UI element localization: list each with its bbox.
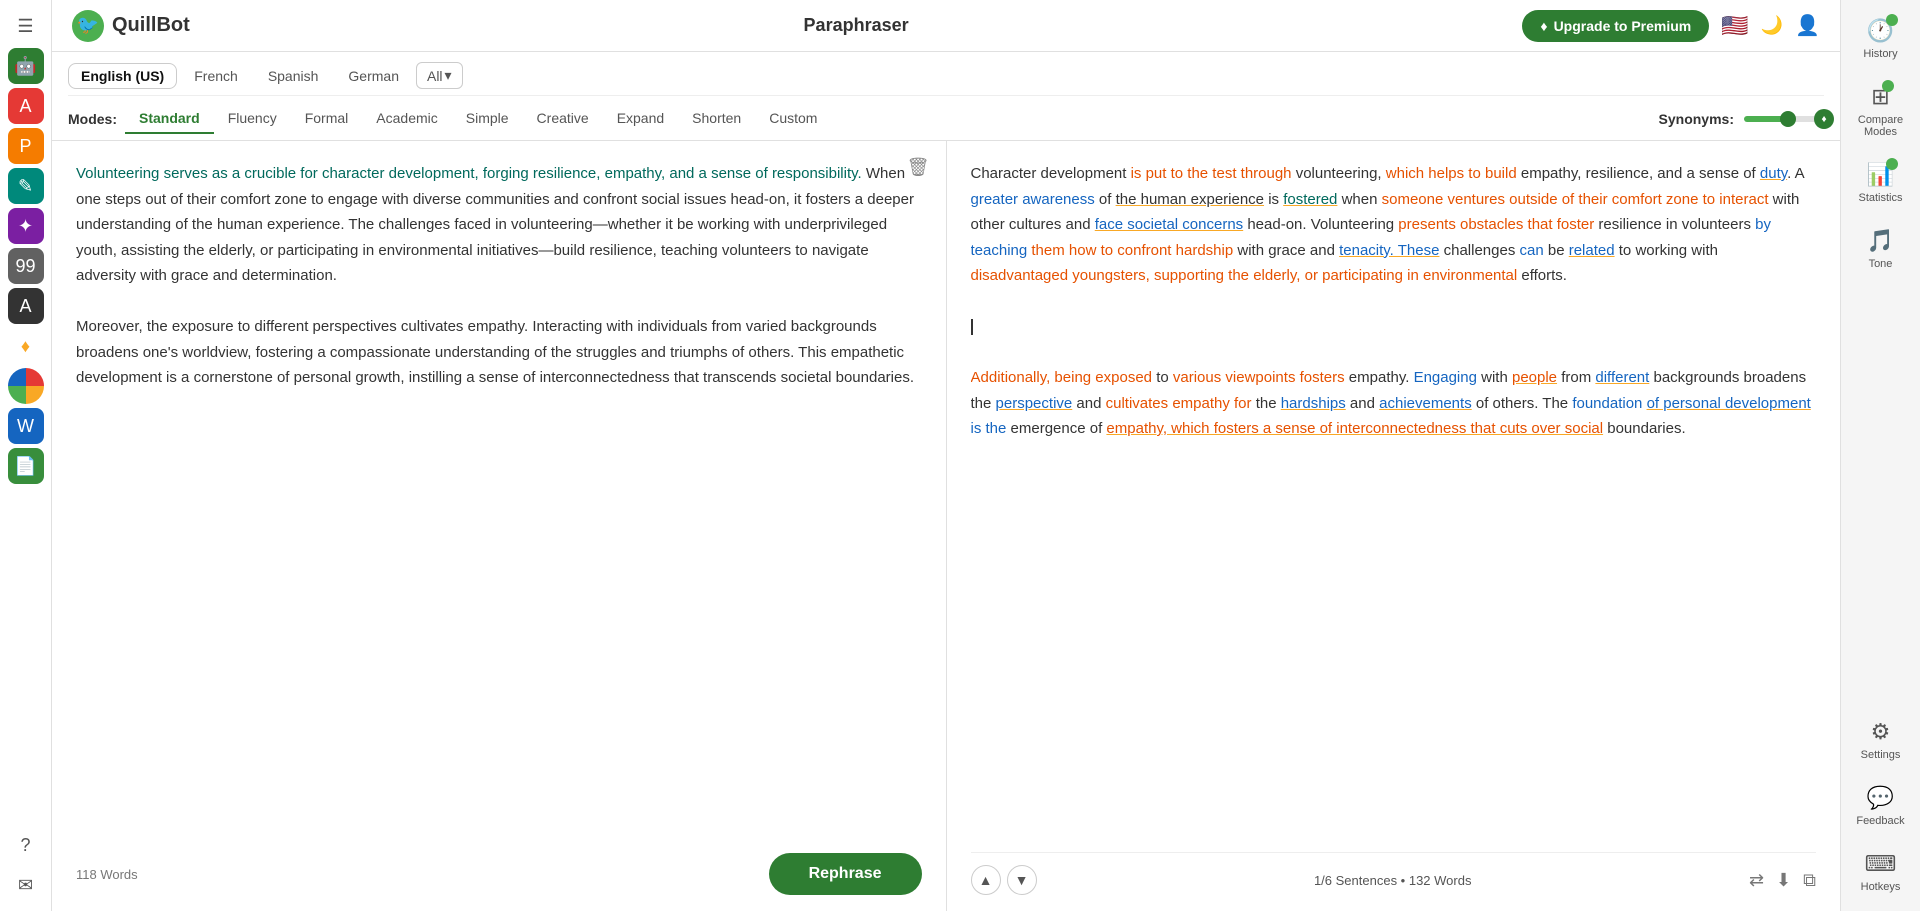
toolbar: English (US) French Spanish German All ▾… bbox=[52, 52, 1840, 141]
history-icon: 🕐 bbox=[1867, 18, 1894, 44]
diamond-slider-icon: ♦ bbox=[1821, 114, 1826, 125]
upgrade-label: Upgrade to Premium bbox=[1554, 18, 1692, 34]
history-label: History bbox=[1863, 48, 1897, 60]
synonyms-section: Synonyms: ♦ bbox=[1659, 111, 1824, 127]
delete-icon[interactable]: 🗑 bbox=[907, 157, 930, 178]
sidebar-item-feedback[interactable]: 💬 Feedback bbox=[1845, 775, 1917, 837]
header-right: ♦ Upgrade to Premium 🇺🇸 🌙 👤 bbox=[1522, 10, 1820, 42]
translator-icon[interactable]: A bbox=[8, 288, 44, 324]
sidebar-item-compare[interactable]: ⊞ CompareModes bbox=[1845, 74, 1917, 148]
download-icon[interactable]: ⬇ bbox=[1776, 870, 1791, 891]
mode-tab-academic[interactable]: Academic bbox=[362, 104, 451, 134]
premium-icon[interactable]: ♦ bbox=[8, 328, 44, 364]
right-sidebar: 🕐 History ⊞ CompareModes 📊 Statistics 🎵 … bbox=[1840, 0, 1920, 911]
chevron-down-icon: ▾ bbox=[445, 67, 452, 84]
theme-toggle-icon[interactable]: 🌙 bbox=[1761, 15, 1783, 36]
compare-modes-label: CompareModes bbox=[1858, 114, 1903, 138]
diamond-icon: ♦ bbox=[1540, 18, 1547, 34]
lang-tab-english[interactable]: English (US) bbox=[68, 63, 177, 89]
hotkeys-label: Hotkeys bbox=[1861, 881, 1901, 893]
help-icon[interactable]: ? bbox=[8, 827, 44, 863]
feedback-icon: 💬 bbox=[1867, 785, 1894, 811]
mode-tab-shorten[interactable]: Shorten bbox=[678, 104, 755, 134]
slider-thumb bbox=[1780, 111, 1796, 127]
input-panel: 🗑 Volunteering serves as a crucible for … bbox=[52, 141, 947, 911]
slider-thumb-right: ♦ bbox=[1814, 109, 1834, 129]
plagiarism-icon[interactable]: P bbox=[8, 128, 44, 164]
sidebar-item-tone[interactable]: 🎵 Tone bbox=[1845, 218, 1917, 280]
docs-icon[interactable]: 📄 bbox=[8, 448, 44, 484]
logo-icon: 🐦 bbox=[72, 10, 104, 42]
word-icon[interactable]: W bbox=[8, 408, 44, 444]
next-sentence-button[interactable]: ▼ bbox=[1007, 865, 1037, 895]
main-container: 🐦 QuillBot Paraphraser ♦ Upgrade to Prem… bbox=[52, 0, 1840, 911]
prev-sentence-button[interactable]: ▲ bbox=[971, 865, 1001, 895]
summarizer-icon[interactable]: ✎ bbox=[8, 168, 44, 204]
flag-icon[interactable]: 🇺🇸 bbox=[1721, 13, 1748, 39]
sidebar-item-history[interactable]: 🕐 History bbox=[1845, 8, 1917, 70]
lang-tab-spanish[interactable]: Spanish bbox=[255, 63, 332, 89]
input-footer: 118 Words Rephrase bbox=[76, 841, 922, 895]
citation-icon[interactable]: ✦ bbox=[8, 208, 44, 244]
synonyms-slider[interactable]: ♦ bbox=[1744, 116, 1824, 122]
language-bar: English (US) French Spanish German All ▾ bbox=[68, 52, 1824, 96]
mail-icon[interactable]: ✉ bbox=[8, 867, 44, 903]
chrome-icon[interactable] bbox=[8, 368, 44, 404]
mode-tab-fluency[interactable]: Fluency bbox=[214, 104, 291, 134]
history-badge bbox=[1886, 14, 1898, 26]
sidebar-item-settings[interactable]: ⚙ Settings bbox=[1845, 709, 1917, 771]
mode-tab-expand[interactable]: Expand bbox=[603, 104, 678, 134]
synonyms-label: Synonyms: bbox=[1659, 111, 1734, 127]
modes-bar: Modes: Standard Fluency Formal Academic … bbox=[68, 96, 1824, 140]
settings-label: Settings bbox=[1861, 749, 1901, 761]
sidebar-item-statistics[interactable]: 📊 Statistics bbox=[1845, 152, 1917, 214]
output-footer: ▲ ▼ 1/6 Sentences • 132 Words ⇄ ⬇ ⧉ bbox=[971, 852, 1817, 895]
compare-badge bbox=[1882, 80, 1894, 92]
hotkeys-icon: ⌨ bbox=[1865, 851, 1897, 877]
settings-icon: ⚙ bbox=[1871, 719, 1891, 745]
rephrase-button[interactable]: Rephrase bbox=[769, 853, 922, 895]
statistics-badge bbox=[1886, 158, 1898, 170]
nav-arrows: ▲ ▼ bbox=[971, 865, 1037, 895]
sentence-count: 1/6 Sentences • 132 Words bbox=[1314, 873, 1472, 888]
mode-tab-standard[interactable]: Standard bbox=[125, 104, 214, 134]
logo[interactable]: 🐦 QuillBot bbox=[72, 10, 190, 42]
left-sidebar: ☰ 🤖 A P ✎ ✦ 99 A ♦ W 📄 ? ✉ bbox=[0, 0, 52, 911]
statistics-label: Statistics bbox=[1858, 192, 1902, 204]
copy-icon[interactable]: ⧉ bbox=[1803, 870, 1816, 891]
user-icon[interactable]: 👤 bbox=[1795, 13, 1820, 38]
logo-text: QuillBot bbox=[112, 14, 190, 37]
upgrade-button[interactable]: ♦ Upgrade to Premium bbox=[1522, 10, 1709, 42]
header-left: 🐦 QuillBot bbox=[72, 10, 190, 42]
cursor bbox=[971, 319, 973, 335]
mode-tab-custom[interactable]: Custom bbox=[755, 104, 831, 134]
compare-icon[interactable]: ⇄ bbox=[1749, 870, 1764, 891]
output-panel: Character development is put to the test… bbox=[947, 141, 1841, 911]
mode-tab-creative[interactable]: Creative bbox=[523, 104, 603, 134]
mode-tab-formal[interactable]: Formal bbox=[291, 104, 363, 134]
compare-modes-icon: ⊞ bbox=[1871, 84, 1889, 110]
modes-label: Modes: bbox=[68, 111, 117, 127]
output-icons: ⇄ ⬇ ⧉ bbox=[1749, 870, 1816, 891]
word-count: 118 Words bbox=[76, 867, 138, 882]
lang-tab-all[interactable]: All ▾ bbox=[416, 62, 463, 89]
lang-tab-french[interactable]: French bbox=[181, 63, 251, 89]
lang-tab-german[interactable]: German bbox=[335, 63, 412, 89]
top-header: 🐦 QuillBot Paraphraser ♦ Upgrade to Prem… bbox=[52, 0, 1840, 52]
statistics-icon: 📊 bbox=[1867, 162, 1894, 188]
grammar-icon[interactable]: A bbox=[8, 88, 44, 124]
sidebar-item-hotkeys[interactable]: ⌨ Hotkeys bbox=[1845, 841, 1917, 903]
page-title: Paraphraser bbox=[804, 15, 909, 36]
menu-icon[interactable]: ☰ bbox=[8, 8, 44, 44]
quillbot-nav-icon[interactable]: 🤖 bbox=[8, 48, 44, 84]
input-text-area[interactable]: Volunteering serves as a crucible for ch… bbox=[76, 161, 922, 841]
word-counter-icon[interactable]: 99 bbox=[8, 248, 44, 284]
mode-tab-simple[interactable]: Simple bbox=[452, 104, 523, 134]
content-area: 🗑 Volunteering serves as a crucible for … bbox=[52, 141, 1840, 911]
feedback-label: Feedback bbox=[1856, 815, 1904, 827]
tone-icon: 🎵 bbox=[1867, 228, 1894, 254]
tone-label: Tone bbox=[1869, 258, 1893, 270]
output-text-area[interactable]: Character development is put to the test… bbox=[971, 161, 1817, 852]
